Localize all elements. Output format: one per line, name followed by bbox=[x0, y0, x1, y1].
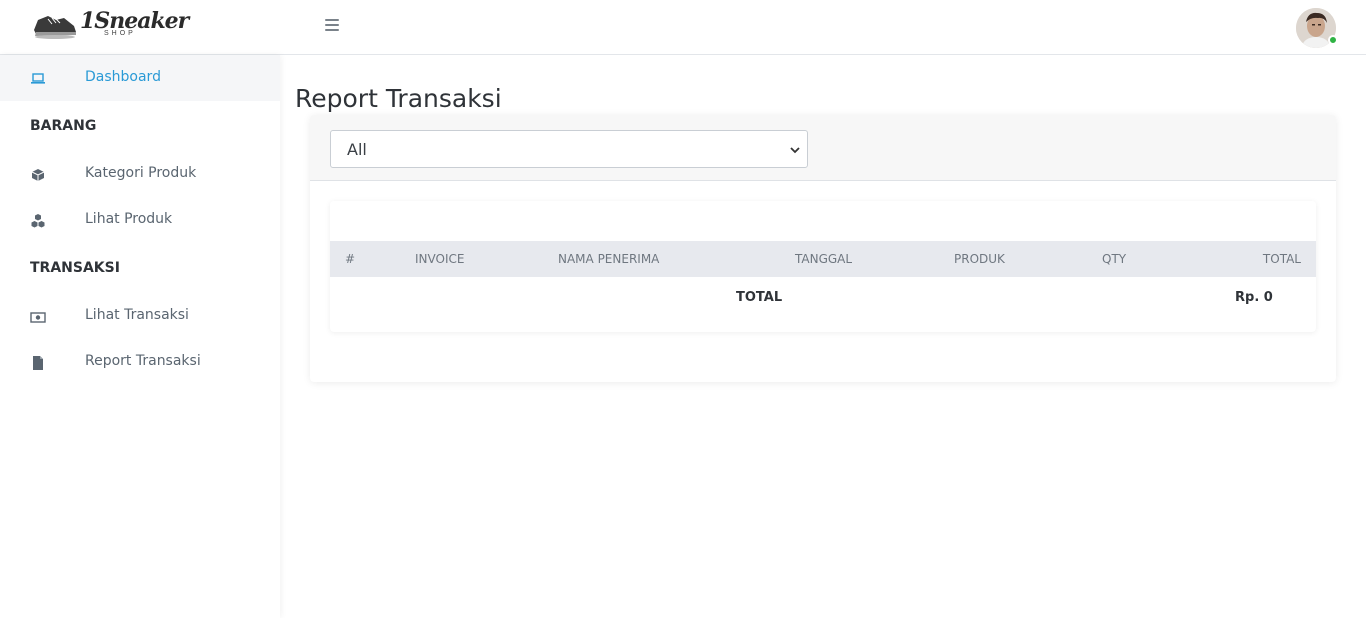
sidebar-item-label: Dashboard bbox=[85, 69, 161, 85]
filter-select-value: All bbox=[347, 140, 367, 159]
column-header-qty: QTY bbox=[1102, 252, 1127, 266]
table-footer-total-label: TOTAL bbox=[736, 290, 783, 305]
column-header-number: # bbox=[345, 252, 356, 266]
column-header-invoice: INVOICE bbox=[415, 252, 465, 266]
filter-select[interactable]: All bbox=[330, 130, 808, 168]
sidebar: Dashboard BARANG Kategori Produk Lihat P… bbox=[0, 55, 280, 618]
table-header: # INVOICE NAMA PENERIMA TANGGAL PRODUK Q… bbox=[330, 241, 1316, 277]
table-footer-total-value: Rp. 0 bbox=[1235, 290, 1273, 305]
sidebar-item-label: Lihat Produk bbox=[85, 211, 173, 227]
sidebar-item-label: Lihat Transaksi bbox=[85, 307, 189, 323]
brand-sub: SHOP bbox=[104, 30, 136, 37]
sidebar-item-lihat-produk[interactable]: Lihat Produk bbox=[0, 197, 280, 243]
top-navbar: 1Sneaker SHOP bbox=[0, 0, 1366, 55]
sidebar-item-kategori-produk[interactable]: Kategori Produk bbox=[0, 151, 280, 197]
box-icon bbox=[31, 169, 45, 181]
card-header: All bbox=[310, 115, 1336, 181]
column-header-tanggal: TANGGAL bbox=[795, 252, 853, 266]
sidebar-item-report-transaksi[interactable]: Report Transaksi bbox=[0, 339, 280, 385]
sidebar-item-lihat-transaksi[interactable]: Lihat Transaksi bbox=[0, 293, 280, 339]
column-header-nama-penerima: NAMA PENERIMA bbox=[558, 252, 660, 266]
report-table: # INVOICE NAMA PENERIMA TANGGAL PRODUK Q… bbox=[330, 201, 1316, 332]
laptop-icon bbox=[31, 73, 45, 84]
page-title: Report Transaksi bbox=[295, 84, 502, 113]
column-header-produk: PRODUK bbox=[954, 252, 1005, 266]
sneaker-logo-icon bbox=[34, 16, 76, 39]
sidebar-item-label: Report Transaksi bbox=[85, 353, 201, 369]
brand-logo[interactable]: 1Sneaker SHOP bbox=[30, 6, 189, 42]
report-card: All # INVOICE NAMA PENERIMA TANGGAL PROD… bbox=[310, 115, 1336, 382]
money-icon bbox=[30, 312, 46, 323]
boxes-icon bbox=[31, 214, 45, 228]
online-status-indicator bbox=[1328, 35, 1338, 45]
file-icon bbox=[33, 356, 43, 370]
sidebar-heading-barang: BARANG bbox=[30, 118, 97, 134]
sidebar-item-label: Kategori Produk bbox=[85, 165, 197, 181]
sidebar-heading-transaksi: TRANSAKSI bbox=[30, 260, 120, 276]
sidebar-item-dashboard[interactable]: Dashboard bbox=[0, 55, 280, 101]
column-header-total: TOTAL bbox=[1262, 252, 1301, 266]
chevron-down-icon bbox=[790, 147, 800, 154]
menu-toggle-icon[interactable] bbox=[325, 16, 341, 32]
